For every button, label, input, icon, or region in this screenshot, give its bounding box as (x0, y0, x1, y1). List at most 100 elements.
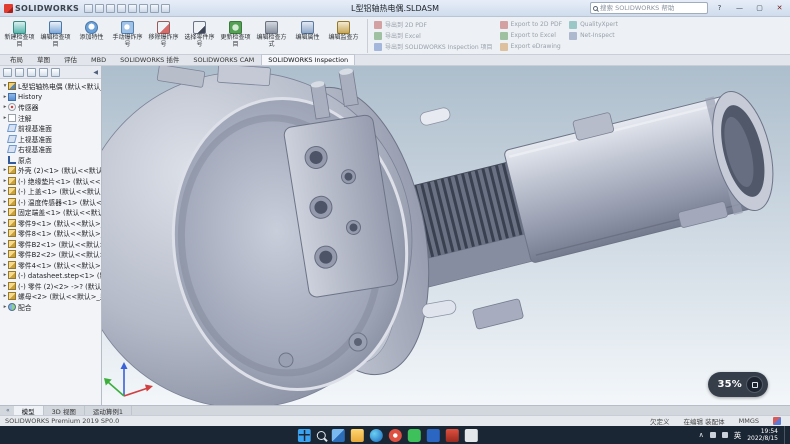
graphics-viewport[interactable]: 35% (102, 66, 790, 405)
tree-item[interactable]: ▸ 传感器 (0, 102, 101, 113)
tree-item[interactable]: ▾ L型铝轴热电偶 (默认<默认_显示状态-1>) (0, 81, 101, 92)
view-tab[interactable]: 模型 (14, 406, 44, 415)
configurationmanager-tab-icon[interactable] (27, 68, 36, 77)
tray-expand-icon[interactable]: ∧ (699, 431, 704, 439)
view-tab[interactable]: 3D 视图 (44, 406, 85, 415)
export-command-button[interactable]: Export to Excel (500, 30, 563, 41)
tree-item[interactable]: ▸ (-) datasheet.step<1> (默认<<默认> (0, 270, 101, 281)
ribbon-command-button[interactable]: 编辑检查项目 (38, 19, 73, 48)
export-command-button[interactable]: QualityXpert (569, 19, 618, 30)
tab-scroll-arrow-icon[interactable]: « (2, 407, 14, 414)
tree-item[interactable]: 右视基准面 (0, 144, 101, 155)
tree-item[interactable]: ▸ 外壳 (2)<1> (默认<<默认>_显示状态 (0, 165, 101, 176)
propertymanager-tab-icon[interactable] (15, 68, 24, 77)
overlay-button[interactable] (746, 376, 763, 393)
tree-item[interactable]: ▸ 螺母<2> (默认<<默认>_显示状态 (0, 291, 101, 302)
tree-item[interactable]: ▸ 零件4<1> (默认<<默认>_显示状态 (0, 260, 101, 271)
tree-item[interactable]: ▸ History (0, 92, 101, 103)
ribbon-command-button[interactable]: 移除爆炸序号 (146, 19, 181, 48)
dimxpertmanager-tab-icon[interactable] (39, 68, 48, 77)
tree-item-label: 上视基准面 (18, 134, 52, 144)
export-command-button[interactable]: 导出到 2D PDF (374, 19, 493, 30)
print-icon[interactable] (117, 4, 126, 13)
export-command-button[interactable]: 导出到 Excel (374, 30, 493, 41)
clock-date: 2022/8/15 (747, 435, 778, 442)
tree-item[interactable]: 前视基准面 (0, 123, 101, 134)
save-icon[interactable] (106, 4, 115, 13)
ribbon-tab[interactable]: SOLIDWORKS Inspection (261, 54, 355, 65)
maximize-button[interactable]: ▢ (751, 2, 768, 15)
options-icon[interactable] (161, 4, 170, 13)
help-search-input[interactable] (600, 4, 705, 12)
ribbon-command-button[interactable]: 编辑监查方 (326, 19, 361, 48)
show-desktop-button[interactable] (784, 426, 787, 444)
tree-item[interactable]: ▸ 注解 (0, 113, 101, 124)
file-explorer-icon[interactable] (351, 429, 364, 442)
tree-item[interactable]: ▸ 固定端盖<1> (默认<<默认>_显示状态 (0, 207, 101, 218)
tree-item[interactable]: 原点 (0, 155, 101, 166)
status-tag-icon[interactable] (773, 417, 781, 425)
tree-item[interactable]: ▸ 零件B2<2> (默认<<默认>_显示状态 (0, 249, 101, 260)
units-selector[interactable]: MMGS (739, 417, 759, 425)
tree-item[interactable]: ▸ 零件8<1> (默认<<默认>_显示状态 (0, 228, 101, 239)
model-canvas[interactable] (102, 66, 790, 405)
ribbon-command-button[interactable]: 添加特性 (74, 19, 109, 48)
search-icon[interactable] (317, 431, 326, 440)
network-icon[interactable] (710, 432, 716, 438)
edge-browser-icon[interactable] (370, 429, 383, 442)
export-command-button[interactable]: Net-Inspect (569, 30, 618, 41)
tree-item[interactable]: ▸ 配合 (0, 302, 101, 313)
ribbon-command-button[interactable]: 编辑属性 (290, 19, 325, 48)
office-icon[interactable] (427, 429, 440, 442)
ribbon-command-button[interactable]: 选择零件序号 (182, 19, 217, 48)
help-search-box[interactable] (590, 2, 708, 14)
help-button[interactable]: ? (711, 2, 728, 15)
volume-icon[interactable] (722, 432, 728, 438)
new-file-icon[interactable] (84, 4, 93, 13)
command-tab-strip: 布局草图评估MBDSOLIDWORKS 插件SOLIDWORKS CAMSOLI… (0, 55, 790, 66)
tree-item[interactable]: ▸ (-) 零件 (2)<2> ->? (默认<<默认>_显 (0, 281, 101, 292)
ribbon-command-button[interactable]: 编辑检查方式 (254, 19, 289, 48)
start-button[interactable] (298, 429, 311, 442)
tree-item[interactable]: 上视基准面 (0, 134, 101, 145)
minimize-button[interactable]: — (731, 2, 748, 15)
ribbon-tab[interactable]: 布局 (3, 52, 30, 65)
close-button[interactable]: ✕ (771, 2, 788, 15)
redo-icon[interactable] (139, 4, 148, 13)
export-command-button[interactable]: Export eDrawing (500, 41, 563, 52)
ribbon-command-label: 新建检查项目 (2, 35, 37, 48)
select-balloons-icon (193, 21, 206, 34)
featuremanager-tree-tab-icon[interactable] (3, 68, 12, 77)
ribbon-command-button[interactable]: 更新检查项目 (218, 19, 253, 48)
solidworks-icon[interactable] (446, 429, 459, 442)
ribbon-tab[interactable]: SOLIDWORKS 插件 (113, 52, 186, 65)
collapse-panel-arrow-icon[interactable]: ◀ (93, 69, 98, 76)
export-command-button[interactable]: Export to 2D PDF (500, 19, 563, 30)
rebuild-icon[interactable] (150, 4, 159, 13)
battery-overlay[interactable]: 35% (708, 372, 768, 397)
ribbon-tab[interactable]: SOLIDWORKS CAM (186, 54, 261, 65)
tree-item[interactable]: ▸ (-) 绝缘垫片<1> (默认<<默认>_显示状 (0, 176, 101, 187)
open-file-icon[interactable] (95, 4, 104, 13)
browser-icon[interactable] (389, 429, 402, 442)
tree-item[interactable]: ▸ 零件B2<1> (默认<<默认>_显示状态 (0, 239, 101, 250)
export-command-button[interactable]: 导出到 SOLIDWORKS Inspection 项目 (374, 41, 493, 52)
displaymanager-tab-icon[interactable] (51, 68, 60, 77)
tree-item[interactable]: ▸ (-) 上盖<1> (默认<<默认>_显示状态 (0, 186, 101, 197)
notes-icon[interactable] (465, 429, 478, 442)
ribbon-tab[interactable]: 草图 (30, 52, 57, 65)
brand-name: SOLIDWORKS (15, 4, 79, 13)
tree-item-label: 配合 (18, 302, 32, 312)
ribbon-command-button[interactable]: 手动爆炸序号 (110, 19, 145, 48)
wechat-icon[interactable] (408, 429, 421, 442)
ribbon-command-button[interactable]: 新建检查项目 (2, 19, 37, 48)
clock[interactable]: 19:54 2022/8/15 (747, 428, 778, 443)
task-view-icon[interactable] (332, 429, 345, 442)
undo-icon[interactable] (128, 4, 137, 13)
ime-indicator[interactable]: 英 (734, 430, 742, 441)
tree-item[interactable]: ▸ (-) 温度传感器<1> (默认<<默认>_显 (0, 197, 101, 208)
tree-item[interactable]: ▸ 零件9<1> (默认<<默认>_显示状态 (0, 218, 101, 229)
ribbon-tab[interactable]: MBD (84, 54, 113, 65)
ribbon-tab[interactable]: 评估 (57, 52, 84, 65)
view-tab[interactable]: 运动算例1 (85, 406, 132, 415)
